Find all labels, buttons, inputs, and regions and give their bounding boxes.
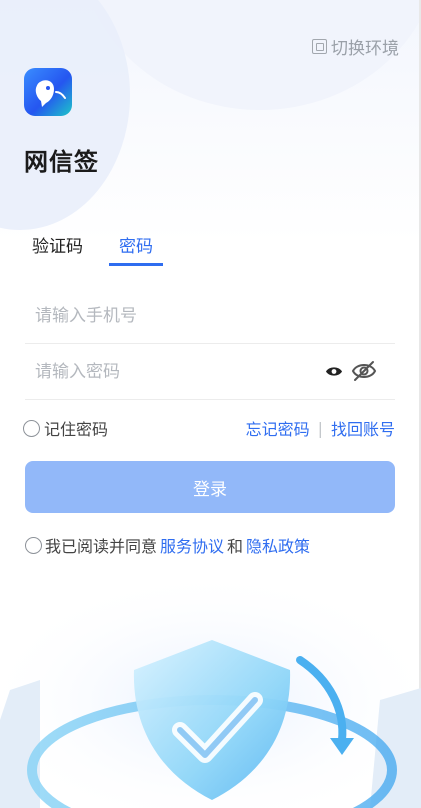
tab-password[interactable]: 密码 (109, 232, 163, 266)
login-button[interactable]: 登录 (25, 461, 395, 513)
privacy-policy-link[interactable]: 隐私政策 (246, 533, 310, 557)
remember-password-toggle[interactable]: 记住密码 (23, 416, 108, 440)
service-agreement-link[interactable]: 服务协议 (160, 533, 224, 557)
switch-icon (312, 39, 327, 54)
agreement-radio[interactable] (25, 536, 42, 554)
phone-input[interactable] (25, 305, 305, 326)
agreement-prefix: 我已阅读并同意 (45, 537, 158, 556)
app-name: 网信签 (24, 148, 99, 176)
password-field (25, 344, 395, 400)
bird-logo-icon (35, 80, 66, 107)
login-tabs: 验证码 密码 (32, 232, 163, 266)
agreement-conjunction: 和 (227, 537, 244, 556)
eye-icon[interactable] (325, 365, 343, 378)
forgot-password-link[interactable]: 忘记密码 (246, 416, 310, 440)
switch-env-button[interactable]: 切换环境 (312, 34, 399, 59)
remember-label: 记住密码 (44, 420, 109, 439)
login-page: 切换环境 网信签 验证码 密码 记住密码 忘记密码 | 找回账号 (0, 0, 421, 808)
password-input[interactable] (25, 361, 305, 382)
recover-account-link[interactable]: 找回账号 (331, 416, 395, 440)
eye-off-icon[interactable] (351, 360, 377, 382)
link-separator: | (317, 418, 323, 438)
app-logo (24, 68, 72, 116)
phone-field (25, 288, 395, 344)
tab-verification-code[interactable]: 验证码 (32, 232, 83, 266)
account-links: 忘记密码 | 找回账号 (246, 416, 395, 440)
remember-radio[interactable] (23, 419, 40, 437)
security-shield-illustration (0, 570, 421, 808)
switch-env-label: 切换环境 (331, 39, 399, 59)
agreement-row: 我已阅读并同意 服务协议 和 隐私政策 (25, 533, 310, 557)
